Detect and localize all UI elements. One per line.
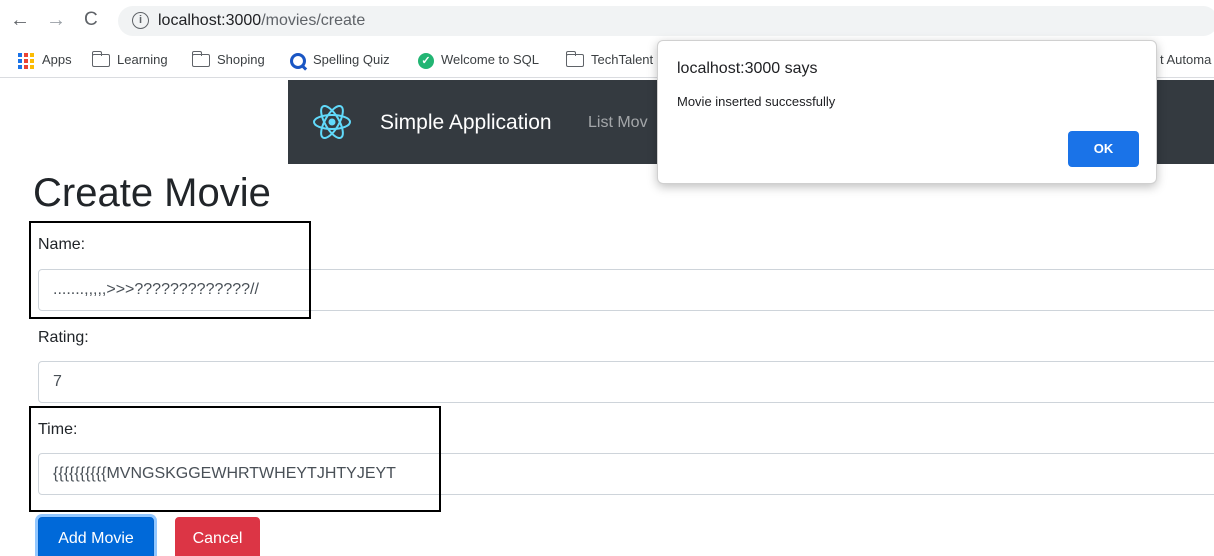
time-highlight-box xyxy=(29,406,441,512)
add-movie-button[interactable]: Add Movie xyxy=(38,517,154,556)
dialog-message: Movie inserted successfully xyxy=(677,94,836,109)
bookmark-techtalent[interactable]: TechTalent xyxy=(565,51,653,69)
bookmark-apps[interactable]: Apps xyxy=(18,51,72,69)
alert-dialog: localhost:3000 says Movie inserted succe… xyxy=(657,40,1157,184)
react-atom-icon[interactable] xyxy=(310,100,354,144)
name-highlight-box xyxy=(29,221,311,319)
rating-input[interactable]: 7 xyxy=(38,361,1214,403)
back-arrow-icon[interactable]: ← xyxy=(10,8,30,32)
address-bar[interactable]: i localhost:3000/movies/create xyxy=(118,6,1214,36)
forward-arrow-icon[interactable]: → xyxy=(46,8,66,32)
q-logo-icon xyxy=(290,52,306,69)
url-text[interactable]: localhost:3000/movies/create xyxy=(158,11,365,31)
folder-icon xyxy=(565,51,584,68)
apps-grid-icon xyxy=(18,52,34,69)
nav-link-list-movies[interactable]: List Mov xyxy=(588,113,648,133)
dialog-title: localhost:3000 says xyxy=(677,60,818,77)
ok-button[interactable]: OK xyxy=(1068,131,1139,167)
folder-icon xyxy=(91,51,110,68)
bookmark-welcome-to-sql[interactable]: ✓ Welcome to SQL xyxy=(418,51,539,69)
browser-toolbar: ← → C i localhost:3000/movies/create xyxy=(0,0,1214,42)
reload-icon[interactable]: C xyxy=(84,8,98,32)
bookmark-spelling-quiz[interactable]: Spelling Quiz xyxy=(290,51,390,69)
bookmark-shoping[interactable]: Shoping xyxy=(191,51,265,69)
bookmark-learning[interactable]: Learning xyxy=(91,51,168,69)
cancel-button[interactable]: Cancel xyxy=(175,517,260,556)
rating-label: Rating: xyxy=(38,329,89,346)
app-brand[interactable]: Simple Application xyxy=(380,110,552,136)
folder-icon xyxy=(191,51,210,68)
sql-logo-icon: ✓ xyxy=(418,52,434,69)
page-title: Create Movie xyxy=(33,171,271,215)
bookmark-automation[interactable]: t Automa xyxy=(1160,51,1211,69)
info-icon[interactable]: i xyxy=(132,12,149,29)
